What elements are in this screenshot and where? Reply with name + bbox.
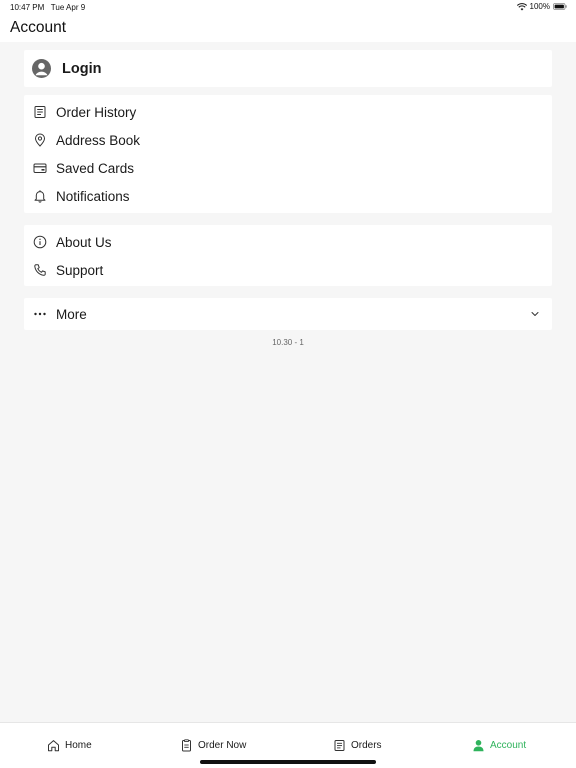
tab-account[interactable]: Account [472, 737, 526, 753]
address-book-item[interactable]: Address Book [24, 126, 552, 154]
home-indicator [200, 760, 376, 764]
notifications-item[interactable]: Notifications [24, 182, 552, 210]
support-item[interactable]: Support [24, 256, 552, 284]
saved-cards-label: Saved Cards [56, 160, 135, 176]
user-avatar-icon [32, 59, 51, 78]
account-menu-card: Order History Address Book Saved Cards N… [24, 95, 552, 213]
about-us-item[interactable]: About Us [24, 228, 552, 256]
phone-icon [33, 263, 47, 277]
tab-home-label: Home [65, 739, 92, 751]
receipt-icon [33, 105, 47, 119]
app-version: 10.30 - 1 [272, 338, 304, 347]
support-label: Support [56, 262, 104, 278]
status-date: Tue Apr 9 [50, 3, 86, 12]
chevron-down-icon [530, 309, 540, 319]
wifi-icon [516, 2, 527, 10]
more-toggle[interactable]: More [24, 300, 552, 328]
location-pin-icon [33, 133, 47, 147]
status-time: 10:47 PM [10, 3, 45, 12]
more-label: More [56, 306, 87, 322]
about-us-label: About Us [56, 234, 112, 250]
order-history-item[interactable]: Order History [24, 98, 552, 126]
tab-orders[interactable]: Orders [333, 737, 382, 753]
tab-order-now-label: Order Now [198, 739, 247, 751]
person-icon [473, 739, 484, 751]
clipboard-icon [182, 738, 191, 751]
status-bar: 10:47 PM Tue Apr 9 100% [0, 0, 576, 14]
notifications-label: Notifications [56, 188, 130, 204]
status-indicators: 100% [516, 2, 567, 11]
order-history-label: Order History [56, 104, 137, 120]
battery-icon [553, 3, 567, 10]
tab-account-label: Account [490, 739, 527, 751]
page-title: Account [10, 19, 67, 36]
tab-orders-label: Orders [351, 739, 382, 751]
login-label: Login [62, 60, 102, 77]
login-button[interactable]: Login [24, 54, 552, 83]
tab-order-now[interactable]: Order Now [180, 737, 246, 753]
receipt-list-icon [334, 739, 345, 751]
bell-icon [33, 189, 47, 203]
login-card: Login [24, 50, 552, 87]
battery-percent: 100% [529, 2, 550, 11]
info-icon [33, 235, 47, 249]
ellipsis-icon [33, 307, 47, 321]
bottom-tab-bar: Home Order Now Orders Account [0, 722, 576, 768]
home-icon [48, 739, 59, 751]
tab-home[interactable]: Home [47, 737, 92, 753]
address-book-label: Address Book [56, 132, 141, 148]
saved-cards-item[interactable]: Saved Cards [24, 154, 552, 182]
top-header: 10:47 PM Tue Apr 9 100% Account [0, 0, 576, 42]
credit-card-icon [33, 161, 47, 175]
info-card: About Us Support [24, 225, 552, 286]
more-card: More [24, 298, 552, 330]
